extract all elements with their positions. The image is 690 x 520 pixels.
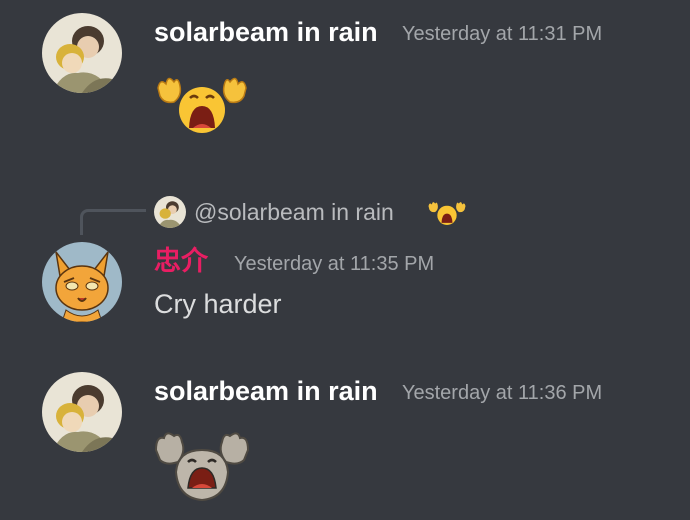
username[interactable]: 忠介 <box>154 245 208 277</box>
message-content: Cry harder <box>154 289 282 319</box>
timestamp: Yesterday at 11:31 PM <box>402 23 603 45</box>
username[interactable]: solarbeam in rain <box>154 375 378 407</box>
timestamp: Yesterday at 11:35 PM <box>234 253 435 275</box>
reply-mention[interactable]: @solarbeam in rain <box>194 198 394 226</box>
crying-emoji-icon <box>426 198 468 231</box>
user-avatar[interactable] <box>42 242 122 322</box>
anime-avatar-icon <box>154 196 186 228</box>
timestamp: Yesterday at 11:36 PM <box>402 382 603 404</box>
reply-avatar[interactable] <box>154 196 186 228</box>
crying-emoji-icon[interactable] <box>152 70 252 139</box>
crying-geodude-emoji-icon[interactable] <box>152 428 252 507</box>
user-avatar[interactable] <box>42 372 122 452</box>
reply-connector <box>80 209 146 235</box>
anime-avatar-icon <box>42 372 122 452</box>
orange-cat-avatar-icon <box>42 242 122 322</box>
user-avatar[interactable] <box>42 13 122 93</box>
anime-avatar-icon <box>42 13 122 93</box>
username[interactable]: solarbeam in rain <box>154 16 378 48</box>
message: solarbeam in rain Yesterday at 11:31 PM <box>0 0 690 150</box>
